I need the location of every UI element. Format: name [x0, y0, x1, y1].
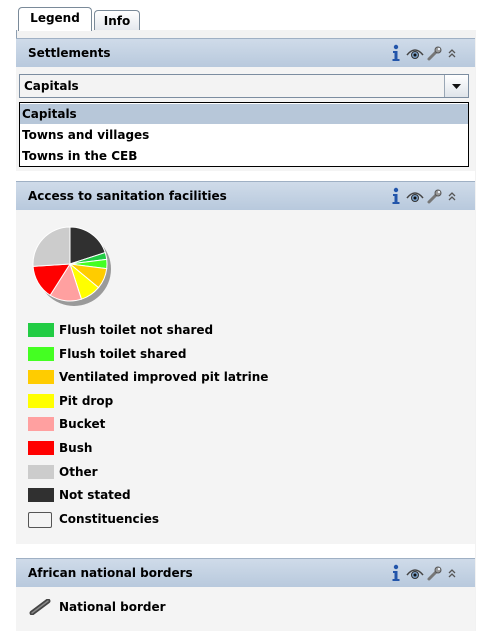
borders-header[interactable]: African national borders	[16, 558, 475, 587]
visibility-eye-icon[interactable]	[406, 44, 424, 62]
tab-info[interactable]: Info	[94, 10, 140, 30]
legend-swatch-other	[28, 465, 54, 479]
legend-swatch-bush	[28, 441, 54, 455]
info-icon[interactable]	[391, 187, 401, 205]
legend-label-bush: Bush	[59, 441, 93, 455]
sanitation-header[interactable]: Access to sanitation facilities	[16, 181, 475, 210]
sanitation-title: Access to sanitation facilities	[28, 189, 227, 203]
section-separator	[16, 171, 475, 181]
wrench-icon[interactable]	[426, 187, 442, 205]
settlements-dropdown-list: Capitals Towns and villages Towns in the…	[19, 102, 469, 167]
tab-legend[interactable]: Legend	[18, 7, 92, 31]
legend-label-not-stated: Not stated	[59, 488, 131, 502]
legend-label-constituencies: Constituencies	[59, 512, 160, 526]
settlements-header-icons	[391, 44, 461, 62]
legend-swatch-flush-toilet-not-shared	[28, 323, 54, 337]
collapse-chevron-icon[interactable]	[447, 44, 457, 62]
borders-title: African national borders	[28, 566, 193, 580]
wrench-icon[interactable]	[426, 44, 442, 62]
settlements-select[interactable]: Capitals	[19, 74, 469, 98]
visibility-eye-icon[interactable]	[406, 187, 424, 205]
legend-label-flush-toilet-not-shared: Flush toilet not shared	[59, 323, 214, 337]
legend-swatch-flush-toilet-shared	[28, 347, 54, 361]
option-towns-and-villages[interactable]: Towns and villages	[20, 125, 468, 145]
legend-swatch-bucket	[28, 417, 54, 431]
visibility-eye-icon[interactable]	[406, 564, 424, 582]
tab-bar: Legend Info	[16, 7, 479, 31]
national-border-line-icon	[28, 598, 54, 618]
option-towns-in-the-ceb[interactable]: Towns in the CEB	[20, 146, 468, 166]
legend-label-ventilated-improved-pit-latrine: Ventilated improved pit latrine	[59, 370, 269, 384]
section-separator	[16, 544, 475, 558]
pie-slice-other	[32, 226, 71, 267]
legend-swatch-not-stated	[28, 488, 54, 502]
settlements-select-value: Capitals	[24, 79, 79, 93]
legend-swatch-pit-drop	[28, 394, 54, 408]
settlements-header[interactable]: Settlements	[16, 38, 475, 67]
legend-label-bucket: Bucket	[59, 417, 106, 431]
collapse-chevron-icon[interactable]	[447, 187, 457, 205]
info-icon[interactable]	[391, 44, 401, 62]
legend-label-pit-drop: Pit drop	[59, 394, 114, 408]
legend-swatch-constituencies	[28, 512, 52, 528]
sanitation-pie-chart	[32, 226, 111, 306]
settlements-title: Settlements	[28, 46, 111, 60]
legend-label-flush-toilet-shared: Flush toilet shared	[59, 347, 187, 361]
legend-label-other: Other	[59, 465, 98, 479]
legend-swatch-ventilated-improved-pit-latrine	[28, 370, 54, 384]
national-border-label: National border	[59, 600, 166, 614]
info-icon[interactable]	[391, 564, 401, 582]
sanitation-header-icons	[391, 187, 461, 205]
borders-header-icons	[391, 564, 461, 582]
collapse-chevron-icon[interactable]	[447, 564, 457, 582]
option-capitals[interactable]: Capitals	[20, 104, 468, 124]
wrench-icon[interactable]	[426, 564, 442, 582]
chevron-down-icon[interactable]	[444, 75, 468, 97]
